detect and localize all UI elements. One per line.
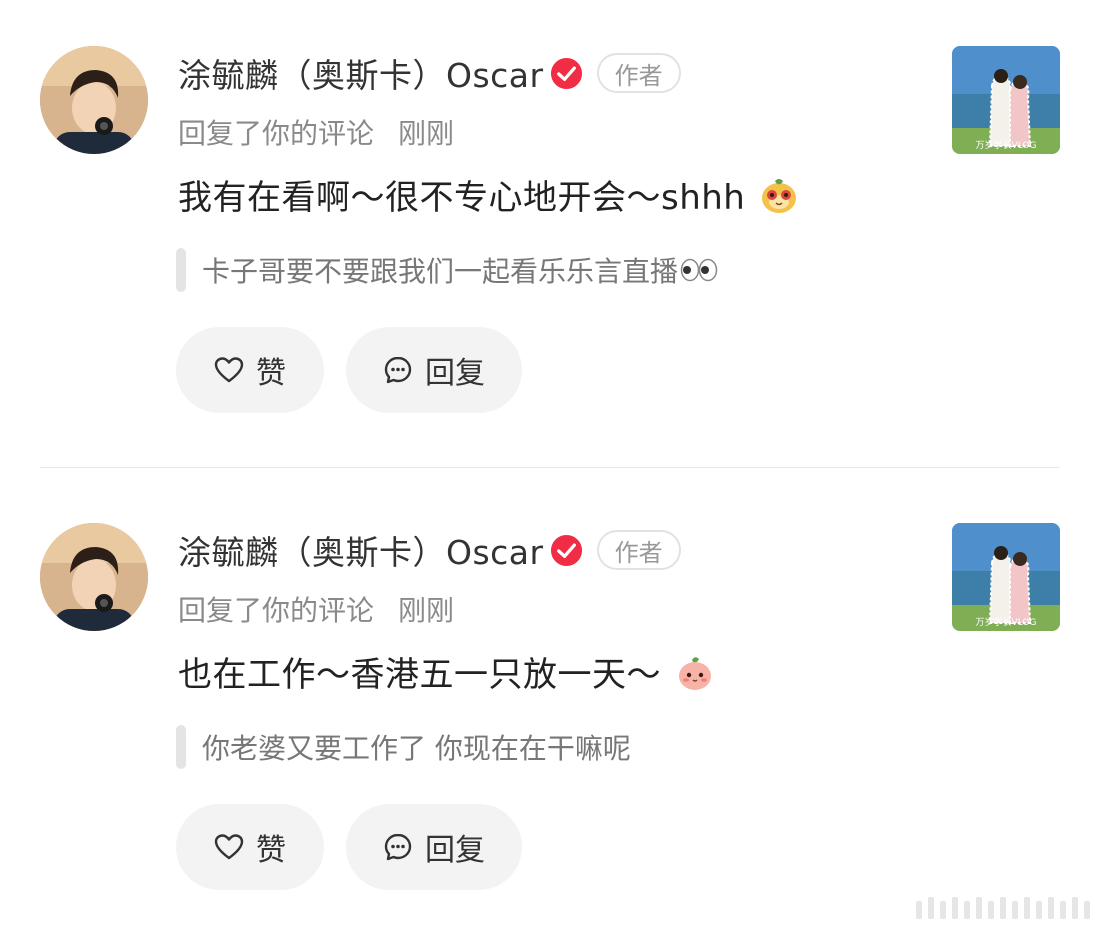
verified-icon <box>550 534 582 566</box>
username[interactable]: 涂毓麟（奥斯卡）Oscar <box>178 526 544 574</box>
username[interactable]: 涂毓麟（奥斯卡）Oscar <box>178 49 544 97</box>
action-text: 回复了你的评论 <box>178 594 375 627</box>
like-label: 赞 <box>256 356 286 391</box>
video-thumbnail[interactable]: 万岁学长VLOG <box>952 523 1060 631</box>
reply-button[interactable]: 回复 <box>346 804 522 890</box>
reply-label: 回复 <box>425 833 485 868</box>
quote-bar <box>176 248 186 292</box>
quoted-comment[interactable]: 你老婆又要工作了 你现在在干嘛呢 <box>176 724 631 770</box>
reply-content[interactable]: 我有在看啊～很不专心地开会～shhh <box>178 170 799 219</box>
reply-text: 也在工作～香港五一只放一天～ <box>178 655 661 695</box>
timestamp: 刚刚 <box>398 117 455 150</box>
name-row: 涂毓麟（奥斯卡）Oscar 作者 <box>178 523 681 577</box>
name-row: 涂毓麟（奥斯卡）Oscar 作者 <box>178 46 681 100</box>
like-button[interactable]: 赞 <box>176 804 324 890</box>
notification-list: 涂毓麟（奥斯卡）Oscar 作者 回复了你的评论 刚刚 我有在看啊～很不专心地开会… <box>0 0 1100 933</box>
thumbnail-caption: 万岁学长VLOG <box>976 139 1037 151</box>
reply-content[interactable]: 也在工作～香港五一只放一天～ <box>178 647 715 696</box>
timestamp: 刚刚 <box>398 594 455 627</box>
verified-icon <box>550 57 582 89</box>
comment-meta: 回复了你的评论 刚刚 <box>178 112 454 152</box>
avatar[interactable] <box>40 523 148 631</box>
reply-text: 我有在看啊～很不专心地开会～shhh <box>178 178 746 218</box>
reply-label: 回复 <box>425 356 485 391</box>
like-label: 赞 <box>256 833 286 868</box>
like-button[interactable]: 赞 <box>176 327 324 413</box>
comment-notification: 涂毓麟（奥斯卡）Oscar 作者 回复了你的评论 刚刚 也在工作～香港五一只放一天… <box>0 477 1100 897</box>
comment-bubble-icon <box>384 356 412 384</box>
quoted-comment[interactable]: 卡子哥要不要跟我们一起看乐乐言直播 <box>176 247 718 293</box>
watermark-logo <box>916 897 1090 919</box>
video-thumbnail[interactable]: 万岁学长VLOG <box>952 46 1060 154</box>
author-badge: 作者 <box>596 530 681 570</box>
author-badge: 作者 <box>596 53 681 93</box>
eyes-emoji <box>680 258 718 282</box>
comment-meta: 回复了你的评论 刚刚 <box>178 589 454 629</box>
heart-icon <box>214 834 244 860</box>
quoted-text: 你老婆又要工作了 你现在在干嘛呢 <box>202 732 631 765</box>
quote-bar <box>176 725 186 769</box>
comment-bubble-icon <box>384 833 412 861</box>
thumbnail-caption: 万岁学长VLOG <box>976 616 1037 628</box>
pink-peach-emoji <box>679 656 711 690</box>
comment-notification: 涂毓麟（奥斯卡）Oscar 作者 回复了你的评论 刚刚 我有在看啊～很不专心地开会… <box>0 0 1100 420</box>
action-text: 回复了你的评论 <box>178 117 375 150</box>
divider <box>40 467 1060 468</box>
yellow-mascot-emoji <box>762 178 797 213</box>
reply-button[interactable]: 回复 <box>346 327 522 413</box>
avatar[interactable] <box>40 46 148 154</box>
heart-icon <box>214 357 244 383</box>
quoted-text: 卡子哥要不要跟我们一起看乐乐言直播 <box>202 255 679 288</box>
